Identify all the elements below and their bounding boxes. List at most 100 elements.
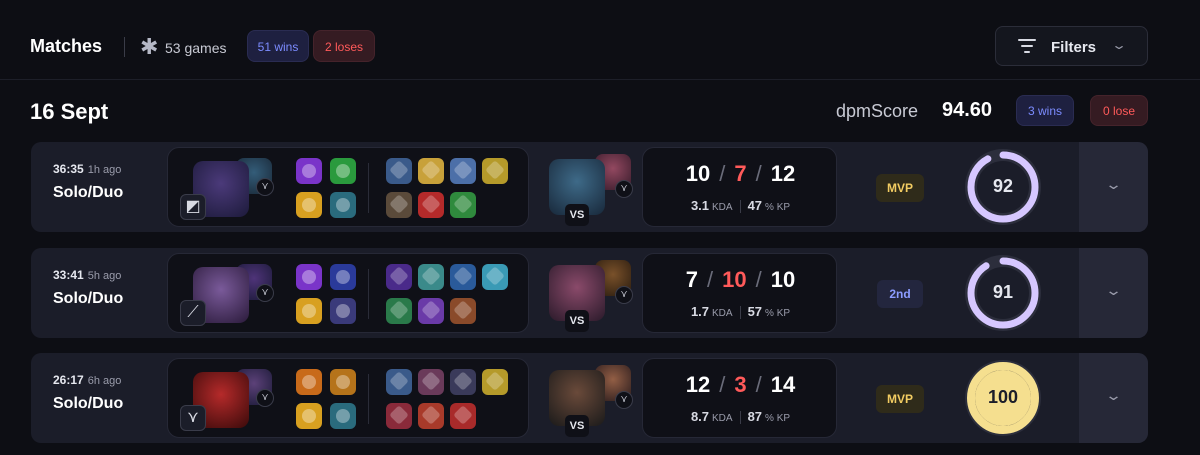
summoner-spell-icon xyxy=(296,298,322,324)
slash: / xyxy=(719,372,726,397)
kda-summary: 3.1 KDA 47% KP xyxy=(643,198,838,214)
item-icon xyxy=(482,158,508,184)
assists: 12 xyxy=(770,161,796,186)
item-icon xyxy=(418,192,444,218)
summoner-spell-icon xyxy=(330,158,356,184)
opponent-level-icon: ⋎ xyxy=(615,391,633,409)
match-duration: 26:17 6h ago xyxy=(53,373,122,387)
queue-type: Solo/Duo xyxy=(53,395,124,412)
kda-summary: 8.7 KDA 87% KP xyxy=(643,409,838,425)
score-gauge: 91 xyxy=(963,253,1043,333)
score-value: 91 xyxy=(992,282,1014,302)
summoner-spell-icon xyxy=(330,403,356,429)
item-icon xyxy=(450,264,476,290)
kda-line: 7 / 10 / 10 xyxy=(643,267,838,293)
item-icon xyxy=(386,192,412,218)
match-row[interactable]: 26:17 6h ago Solo/Duo ⋎ ⋎ VS ⋎ 12/3/14 8.7 KDA 87%… xyxy=(31,353,1148,443)
level-badge-icon: ⋎ xyxy=(256,178,274,196)
item-icon xyxy=(450,192,476,218)
wins-badge: 51 wins xyxy=(247,30,309,62)
kda-unit: KDA xyxy=(712,308,733,319)
item-icon xyxy=(418,264,444,290)
kills: 12 xyxy=(685,372,711,397)
build-panel: ⋎ ⋎ xyxy=(167,358,529,438)
summoner-spell-icon xyxy=(296,264,322,290)
role-mid-icon: ⟋ xyxy=(180,300,206,326)
kda-unit: KDA xyxy=(712,413,733,424)
chevron-down-icon: ⌄ xyxy=(1104,176,1123,192)
role-jungle-icon: ⋎ xyxy=(180,405,206,431)
kda-ratio: 3.1 xyxy=(690,198,710,213)
chevron-down-icon: ⌄ xyxy=(1104,387,1123,403)
dpm-score-value: 94.60 xyxy=(942,99,993,121)
summoner-spell-icon xyxy=(296,369,322,395)
vs-badge: VS xyxy=(565,415,589,437)
opponent-level-icon: ⋎ xyxy=(615,180,633,198)
filters-label: Filters xyxy=(1051,39,1097,56)
kda-unit: KDA xyxy=(712,202,733,213)
kda-line: 12 / 3 / 14 xyxy=(643,372,838,398)
item-icon xyxy=(386,264,412,290)
match-row[interactable]: 33:41 5h ago Solo/Duo ⟋ ⋎ VS ⋎ 7/10/10 1.7 KDA 57%… xyxy=(31,248,1148,338)
item-icon xyxy=(418,403,444,429)
score-value: 100 xyxy=(987,387,1019,407)
expand-button[interactable]: ⌄ xyxy=(1079,248,1148,338)
kda-summary: 1.7 KDA 57% KP xyxy=(643,304,838,320)
match-row[interactable]: 36:35 1h ago Solo/Duo ◩ ⋎ VS ⋎ 10/7/12 3.1 KDA 47%… xyxy=(31,142,1148,232)
deaths: 3 xyxy=(734,372,747,397)
deaths: 10 xyxy=(722,267,747,292)
match-duration: 33:41 5h ago xyxy=(53,268,122,282)
vs-badge: VS xyxy=(565,310,589,332)
match-duration: 36:35 1h ago xyxy=(53,162,122,176)
kp-unit: % KP xyxy=(765,308,791,319)
assists: 14 xyxy=(770,372,796,397)
level-badge-icon: ⋎ xyxy=(256,284,274,302)
item-icon xyxy=(450,298,476,324)
chevron-down-icon: ⌄ xyxy=(1104,282,1123,298)
divider xyxy=(739,411,741,425)
item-icon xyxy=(386,298,412,324)
top-bar: Matches ✱ 53 games 51 wins 2 loses Filte… xyxy=(0,0,1200,80)
day-lose-badge: 0 lose xyxy=(1090,95,1148,126)
games-count: 53 games xyxy=(165,40,227,56)
item-icon xyxy=(450,403,476,429)
day-wins-badge: 3 wins xyxy=(1016,95,1074,126)
build-panel: ◩ ⋎ xyxy=(167,147,529,227)
chevron-down-icon: ⌄ xyxy=(1110,38,1128,52)
filters-button[interactable]: Filters ⌄ xyxy=(995,26,1148,66)
item-icon xyxy=(450,369,476,395)
item-icon xyxy=(418,158,444,184)
filter-lines-icon xyxy=(1018,39,1036,53)
asterisk-icon: ✱ xyxy=(140,34,159,59)
vs-badge: VS xyxy=(565,204,589,226)
assists: 10 xyxy=(770,267,796,292)
item-icon xyxy=(418,298,444,324)
item-icon xyxy=(482,264,508,290)
kill-participation: 47 xyxy=(747,198,763,213)
deaths: 7 xyxy=(734,161,747,186)
expand-button[interactable]: ⌄ xyxy=(1079,353,1148,443)
kda-ratio: 8.7 xyxy=(690,409,710,424)
expand-button[interactable]: ⌄ xyxy=(1079,142,1148,232)
summoner-spell-icon xyxy=(330,369,356,395)
build-divider xyxy=(368,374,369,424)
role-top-icon: ◩ xyxy=(180,194,206,220)
kda-panel: 12 / 3 / 14 8.7 KDA 87% KP xyxy=(642,358,837,438)
rank-badge: MVP xyxy=(876,385,924,413)
score-gauge: 92 xyxy=(963,147,1043,227)
dpm-score-label: dpmScore xyxy=(836,101,919,121)
queue-type: Solo/Duo xyxy=(53,290,124,307)
item-icon xyxy=(482,369,508,395)
item-icon xyxy=(386,158,412,184)
kill-participation: 87 xyxy=(747,409,763,424)
match-time-ago: 6h ago xyxy=(87,375,122,387)
summoner-spell-icon xyxy=(296,403,322,429)
queue-type: Solo/Duo xyxy=(53,184,124,201)
summoner-spell-icon xyxy=(330,192,356,218)
match-time-ago: 1h ago xyxy=(87,164,122,176)
divider xyxy=(739,200,741,214)
slash: / xyxy=(707,267,714,292)
rank-badge: MVP xyxy=(876,174,924,202)
score-value: 92 xyxy=(992,176,1014,196)
kda-panel: 7 / 10 / 10 1.7 KDA 57% KP xyxy=(642,253,837,333)
